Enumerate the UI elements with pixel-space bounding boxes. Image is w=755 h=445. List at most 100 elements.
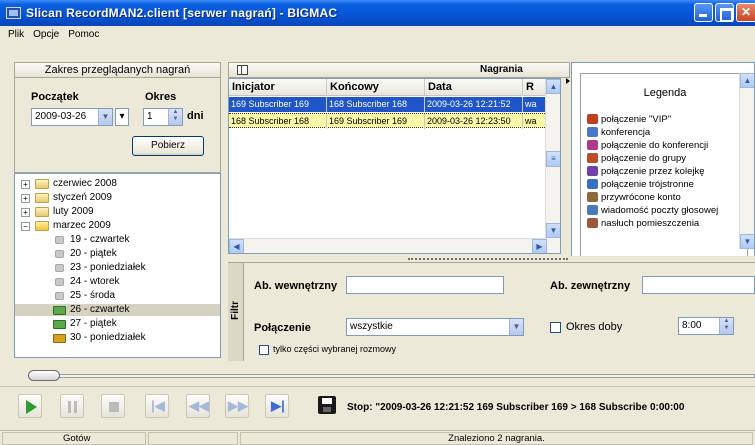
start-date-spin[interactable]: ▾ (115, 108, 129, 126)
menu-help[interactable]: Pomoc (68, 29, 99, 40)
columns-icon[interactable] (237, 65, 248, 75)
skip-end-button[interactable]: ▶| (265, 394, 289, 418)
status-ready: Gotów (2, 432, 146, 445)
open-folder-icon (35, 221, 49, 231)
grid-header: Inicjator Końcowy Data R (229, 79, 547, 96)
maximize-button[interactable] (715, 3, 734, 22)
column-header-date[interactable]: Data (425, 79, 523, 96)
folder-icon (35, 207, 49, 217)
folder-icon (35, 179, 49, 189)
status-found: Znaleziono 2 nagrania. (240, 432, 753, 445)
tree-item-day[interactable]: 27 - piątek (15, 318, 220, 330)
external-input[interactable] (642, 276, 755, 294)
scroll-up-icon[interactable]: ▲ (740, 73, 754, 88)
tree-item-month[interactable]: − marzec 2009 (15, 220, 220, 232)
table-row[interactable]: 168 Subscriber 168 169 Subscriber 169 20… (229, 113, 547, 129)
fetch-button[interactable]: Pobierz (132, 136, 204, 156)
spin-icon[interactable]: ▲ ▼ (719, 318, 733, 334)
internal-input[interactable] (346, 276, 504, 294)
tree-item-day[interactable]: 19 - czwartek (15, 234, 220, 246)
stop-icon (109, 402, 119, 412)
tree-item-day-selected[interactable]: 26 - czwartek (15, 304, 220, 316)
minus-icon[interactable]: − (21, 222, 30, 231)
legend-scrollbar[interactable]: ▲ ▼ (739, 73, 754, 249)
fast-forward-button[interactable]: ▶▶ (225, 394, 249, 418)
period-label: Okres (145, 91, 177, 103)
day-icon (55, 250, 64, 258)
tree-item-day[interactable]: 23 - poniedziałek (15, 262, 220, 274)
rewind-button[interactable]: ◀◀ (186, 394, 210, 418)
skip-start-button[interactable]: |◀ (145, 394, 169, 418)
conference-icon (587, 127, 598, 137)
queue-call-icon (587, 166, 598, 176)
column-header-r[interactable]: R (523, 79, 547, 96)
minimize-button[interactable] (694, 3, 713, 22)
app-icon (6, 7, 21, 19)
column-header-final[interactable]: Końcowy (327, 79, 425, 96)
three-way-call-icon (587, 179, 598, 189)
menu-bar: Plik Opcje Pomoc (0, 26, 755, 43)
legend-item: połączenie przez kolejkę (587, 166, 705, 178)
plus-icon[interactable]: + (21, 180, 30, 189)
day-icon (55, 278, 64, 286)
stop-button[interactable] (101, 394, 125, 418)
seek-thumb[interactable] (28, 370, 60, 381)
time-stepper[interactable]: 8:00 ▲ ▼ (678, 317, 734, 335)
room-monitor-icon (587, 218, 598, 228)
plus-icon[interactable]: + (21, 194, 30, 203)
plus-icon[interactable]: + (21, 208, 30, 217)
recordings-grid[interactable]: Inicjator Końcowy Data R 169 Subscriber … (228, 78, 561, 254)
tree-item-day[interactable]: 30 - poniedziałek (15, 332, 220, 344)
tree-item-day[interactable]: 24 - wtorek (15, 276, 220, 288)
date-tree[interactable]: + czerwiec 2008 + styczeń 2009 + luty 20… (14, 173, 221, 358)
internal-label: Ab. wewnętrzny (254, 280, 338, 292)
close-button[interactable] (736, 3, 755, 22)
day-icon (55, 236, 64, 244)
filter-tab[interactable]: Filtr (228, 263, 244, 361)
seek-track[interactable] (30, 374, 755, 378)
table-row[interactable]: 169 Subscriber 169 168 Subscriber 168 20… (229, 97, 547, 112)
title-bar[interactable]: Slican RecordMAN2.client [serwer nagrań]… (0, 0, 755, 26)
tree-item-day[interactable]: 20 - piątek (15, 248, 220, 260)
tree-item-day[interactable]: 25 - środa (15, 290, 220, 302)
period-stepper[interactable]: 1 ▲ ▼ (143, 108, 183, 126)
legend-panel: Legenda połączenie "VIP" konferencja poł… (571, 62, 755, 258)
grid-horizontal-scrollbar[interactable]: ◀ ▶ (229, 238, 547, 253)
menu-options[interactable]: Opcje (33, 29, 59, 40)
column-header-initiator[interactable]: Inicjator (229, 79, 327, 96)
legend-item: połączenie do grupy (587, 153, 686, 165)
time-of-day-checkbox[interactable] (550, 322, 561, 333)
legend-item: konferencja (587, 127, 650, 139)
chevron-down-icon[interactable]: ▼ (98, 109, 112, 125)
chevron-down-icon[interactable]: ▼ (509, 319, 523, 335)
scroll-right-icon[interactable]: ▶ (532, 239, 547, 253)
range-panel: Początek Okres 2009-03-26 ▼ ▾ 1 ▲ ▼ dni P… (14, 78, 221, 173)
grid-vertical-scrollbar[interactable]: ▲ ≡ ▼ (545, 79, 560, 253)
scroll-down-icon[interactable]: ▼ (546, 223, 560, 238)
pause-button[interactable] (60, 394, 84, 418)
scroll-down-icon[interactable]: ▼ (740, 234, 754, 249)
range-header: Zakres przeglądanych nagrań (14, 62, 221, 78)
voicemail-icon (587, 205, 598, 215)
tree-item-month[interactable]: + czerwiec 2008 (15, 178, 220, 190)
period-unit: dni (187, 110, 204, 122)
selected-part-checkbox[interactable] (259, 345, 269, 355)
scroll-thumb[interactable]: ≡ (546, 151, 560, 167)
fast-forward-icon: ▶▶ (228, 398, 248, 413)
play-button[interactable] (18, 394, 42, 418)
scroll-up-icon[interactable]: ▲ (546, 79, 560, 94)
selected-part-label: tylko części wybranej rozmowy (273, 344, 397, 354)
menu-file[interactable]: Plik (8, 29, 24, 40)
connection-select[interactable]: wszystkie ▼ (346, 318, 524, 336)
save-icon[interactable] (318, 396, 336, 414)
legend-item: połączenie "VIP" (587, 114, 671, 126)
scroll-left-icon[interactable]: ◀ (229, 239, 244, 253)
legend-title: Legenda (643, 87, 687, 99)
spin-icon[interactable]: ▲ ▼ (168, 109, 182, 125)
seek-slider[interactable] (24, 369, 755, 383)
skip-start-icon: |◀ (151, 398, 165, 413)
tree-item-month[interactable]: + luty 2009 (15, 206, 220, 218)
tree-item-month[interactable]: + styczeń 2009 (15, 192, 220, 204)
legend-item: wiadomość poczty głosowej (587, 205, 718, 217)
start-date-picker[interactable]: 2009-03-26 ▼ (31, 108, 113, 126)
